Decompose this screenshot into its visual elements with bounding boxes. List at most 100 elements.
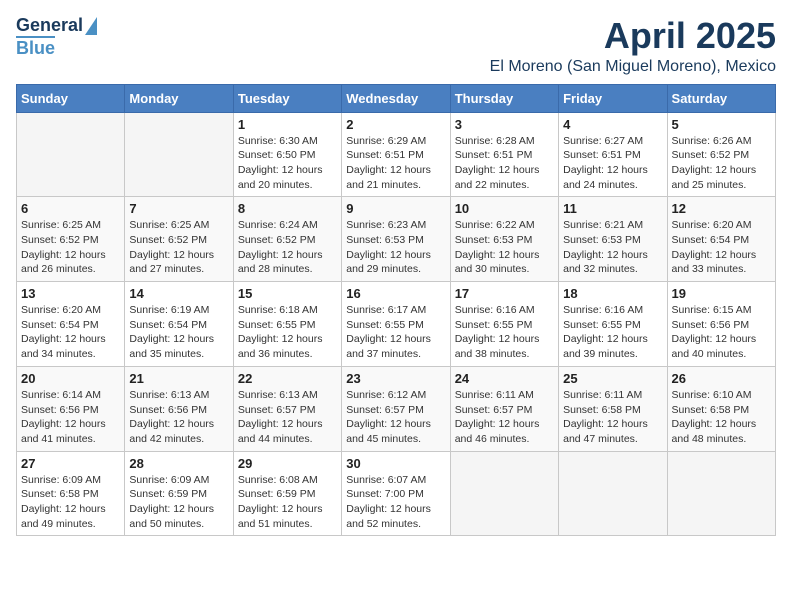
day-info: Sunrise: 6:24 AM Sunset: 6:52 PM Dayligh… [238, 218, 337, 277]
calendar-cell: 18 Sunrise: 6:16 AM Sunset: 6:55 PM Dayli… [559, 282, 667, 367]
calendar-table: Sunday Monday Tuesday Wednesday Thursday… [16, 84, 776, 537]
day-info: Sunrise: 6:27 AM Sunset: 6:51 PM Dayligh… [563, 134, 662, 193]
day-info: Sunrise: 6:09 AM Sunset: 6:58 PM Dayligh… [21, 473, 120, 532]
day-number: 29 [238, 456, 337, 471]
day-info: Sunrise: 6:14 AM Sunset: 6:56 PM Dayligh… [21, 388, 120, 447]
day-number: 22 [238, 371, 337, 386]
day-info: Sunrise: 6:26 AM Sunset: 6:52 PM Dayligh… [672, 134, 771, 193]
calendar-cell [559, 451, 667, 536]
calendar-cell: 6Sunrise: 6:25 AM Sunset: 6:52 PM Daylig… [17, 197, 125, 282]
day-number: 20 [21, 371, 120, 386]
day-number: 30 [346, 456, 445, 471]
calendar-cell: 15Sunrise: 6:18 AM Sunset: 6:55 PM Dayli… [233, 282, 341, 367]
day-info: Sunrise: 6:13 AM Sunset: 6:57 PM Dayligh… [238, 388, 337, 447]
calendar-cell: 13 Sunrise: 6:20 AM Sunset: 6:54 PM Dayli… [17, 282, 125, 367]
header-saturday: Saturday [667, 84, 775, 112]
day-number: 7 [129, 201, 228, 216]
page-header: General Blue April 2025 El Moreno (San M… [16, 16, 776, 76]
calendar-cell: 27 Sunrise: 6:09 AM Sunset: 6:58 PM Dayli… [17, 451, 125, 536]
day-info: Sunrise: 6:12 AM Sunset: 6:57 PM Dayligh… [346, 388, 445, 447]
calendar-week-row: 6Sunrise: 6:25 AM Sunset: 6:52 PM Daylig… [17, 197, 776, 282]
day-number: 4 [563, 117, 662, 132]
calendar-cell [125, 112, 233, 197]
calendar-cell: 21 Sunrise: 6:13 AM Sunset: 6:56 PM Dayli… [125, 366, 233, 451]
day-number: 25 [563, 371, 662, 386]
day-number: 23 [346, 371, 445, 386]
day-number: 18 [563, 286, 662, 301]
day-info: Sunrise: 6:25 AM Sunset: 6:52 PM Dayligh… [129, 218, 228, 277]
day-info: Sunrise: 6:29 AM Sunset: 6:51 PM Dayligh… [346, 134, 445, 193]
header-wednesday: Wednesday [342, 84, 450, 112]
day-info: Sunrise: 6:28 AM Sunset: 6:51 PM Dayligh… [455, 134, 554, 193]
calendar-week-row: 20 Sunrise: 6:14 AM Sunset: 6:56 PM Dayli… [17, 366, 776, 451]
day-info: Sunrise: 6:11 AM Sunset: 6:57 PM Dayligh… [455, 388, 554, 447]
calendar-body: 1Sunrise: 6:30 AM Sunset: 6:50 PM Daylig… [17, 112, 776, 536]
calendar-title: April 2025 [490, 16, 776, 56]
calendar-cell: 1Sunrise: 6:30 AM Sunset: 6:50 PM Daylig… [233, 112, 341, 197]
day-info: Sunrise: 6:20 AM Sunset: 6:54 PM Dayligh… [21, 303, 120, 362]
calendar-cell: 9Sunrise: 6:23 AM Sunset: 6:53 PM Daylig… [342, 197, 450, 282]
calendar-cell: 12Sunrise: 6:20 AM Sunset: 6:54 PM Dayli… [667, 197, 775, 282]
day-info: Sunrise: 6:15 AM Sunset: 6:56 PM Dayligh… [672, 303, 771, 362]
day-number: 24 [455, 371, 554, 386]
calendar-cell: 19 Sunrise: 6:15 AM Sunset: 6:56 PM Dayli… [667, 282, 775, 367]
day-info: Sunrise: 6:25 AM Sunset: 6:52 PM Dayligh… [21, 218, 120, 277]
day-number: 26 [672, 371, 771, 386]
calendar-cell: 28Sunrise: 6:09 AM Sunset: 6:59 PM Dayli… [125, 451, 233, 536]
day-info: Sunrise: 6:10 AM Sunset: 6:58 PM Dayligh… [672, 388, 771, 447]
calendar-cell: 5 Sunrise: 6:26 AM Sunset: 6:52 PM Daylig… [667, 112, 775, 197]
calendar-cell: 7 Sunrise: 6:25 AM Sunset: 6:52 PM Daylig… [125, 197, 233, 282]
calendar-cell: 10Sunrise: 6:22 AM Sunset: 6:53 PM Dayli… [450, 197, 558, 282]
day-number: 17 [455, 286, 554, 301]
day-number: 3 [455, 117, 554, 132]
header-friday: Friday [559, 84, 667, 112]
calendar-cell [450, 451, 558, 536]
day-info: Sunrise: 6:22 AM Sunset: 6:53 PM Dayligh… [455, 218, 554, 277]
day-info: Sunrise: 6:20 AM Sunset: 6:54 PM Dayligh… [672, 218, 771, 277]
day-number: 19 [672, 286, 771, 301]
logo-text-general: General [16, 16, 83, 36]
weekday-header-row: Sunday Monday Tuesday Wednesday Thursday… [17, 84, 776, 112]
calendar-cell [17, 112, 125, 197]
logo-triangle-icon [85, 17, 97, 35]
calendar-cell: 30Sunrise: 6:07 AM Sunset: 7:00 PM Dayli… [342, 451, 450, 536]
header-tuesday: Tuesday [233, 84, 341, 112]
day-info: Sunrise: 6:08 AM Sunset: 6:59 PM Dayligh… [238, 473, 337, 532]
day-number: 11 [563, 201, 662, 216]
calendar-week-row: 13 Sunrise: 6:20 AM Sunset: 6:54 PM Dayli… [17, 282, 776, 367]
calendar-cell [667, 451, 775, 536]
day-number: 9 [346, 201, 445, 216]
day-number: 13 [21, 286, 120, 301]
calendar-cell: 29 Sunrise: 6:08 AM Sunset: 6:59 PM Dayli… [233, 451, 341, 536]
calendar-cell: 11 Sunrise: 6:21 AM Sunset: 6:53 PM Dayli… [559, 197, 667, 282]
day-number: 21 [129, 371, 228, 386]
day-info: Sunrise: 6:16 AM Sunset: 6:55 PM Dayligh… [563, 303, 662, 362]
calendar-cell: 14 Sunrise: 6:19 AM Sunset: 6:54 PM Dayli… [125, 282, 233, 367]
logo-text-blue: Blue [16, 36, 55, 59]
calendar-cell: 16 Sunrise: 6:17 AM Sunset: 6:55 PM Dayli… [342, 282, 450, 367]
calendar-cell: 4 Sunrise: 6:27 AM Sunset: 6:51 PM Daylig… [559, 112, 667, 197]
day-number: 5 [672, 117, 771, 132]
title-area: April 2025 El Moreno (San Miguel Moreno)… [490, 16, 776, 76]
day-info: Sunrise: 6:11 AM Sunset: 6:58 PM Dayligh… [563, 388, 662, 447]
day-number: 14 [129, 286, 228, 301]
day-number: 2 [346, 117, 445, 132]
day-info: Sunrise: 6:13 AM Sunset: 6:56 PM Dayligh… [129, 388, 228, 447]
header-sunday: Sunday [17, 84, 125, 112]
logo: General Blue [16, 16, 97, 59]
day-info: Sunrise: 6:19 AM Sunset: 6:54 PM Dayligh… [129, 303, 228, 362]
calendar-header: Sunday Monday Tuesday Wednesday Thursday… [17, 84, 776, 112]
day-number: 28 [129, 456, 228, 471]
header-thursday: Thursday [450, 84, 558, 112]
day-number: 16 [346, 286, 445, 301]
day-info: Sunrise: 6:21 AM Sunset: 6:53 PM Dayligh… [563, 218, 662, 277]
day-info: Sunrise: 6:17 AM Sunset: 6:55 PM Dayligh… [346, 303, 445, 362]
calendar-cell: 8Sunrise: 6:24 AM Sunset: 6:52 PM Daylig… [233, 197, 341, 282]
day-info: Sunrise: 6:30 AM Sunset: 6:50 PM Dayligh… [238, 134, 337, 193]
calendar-cell: 3 Sunrise: 6:28 AM Sunset: 6:51 PM Daylig… [450, 112, 558, 197]
day-info: Sunrise: 6:18 AM Sunset: 6:55 PM Dayligh… [238, 303, 337, 362]
calendar-cell: 26 Sunrise: 6:10 AM Sunset: 6:58 PM Dayli… [667, 366, 775, 451]
day-number: 27 [21, 456, 120, 471]
calendar-week-row: 27 Sunrise: 6:09 AM Sunset: 6:58 PM Dayli… [17, 451, 776, 536]
calendar-subtitle: El Moreno (San Miguel Moreno), Mexico [490, 58, 776, 76]
